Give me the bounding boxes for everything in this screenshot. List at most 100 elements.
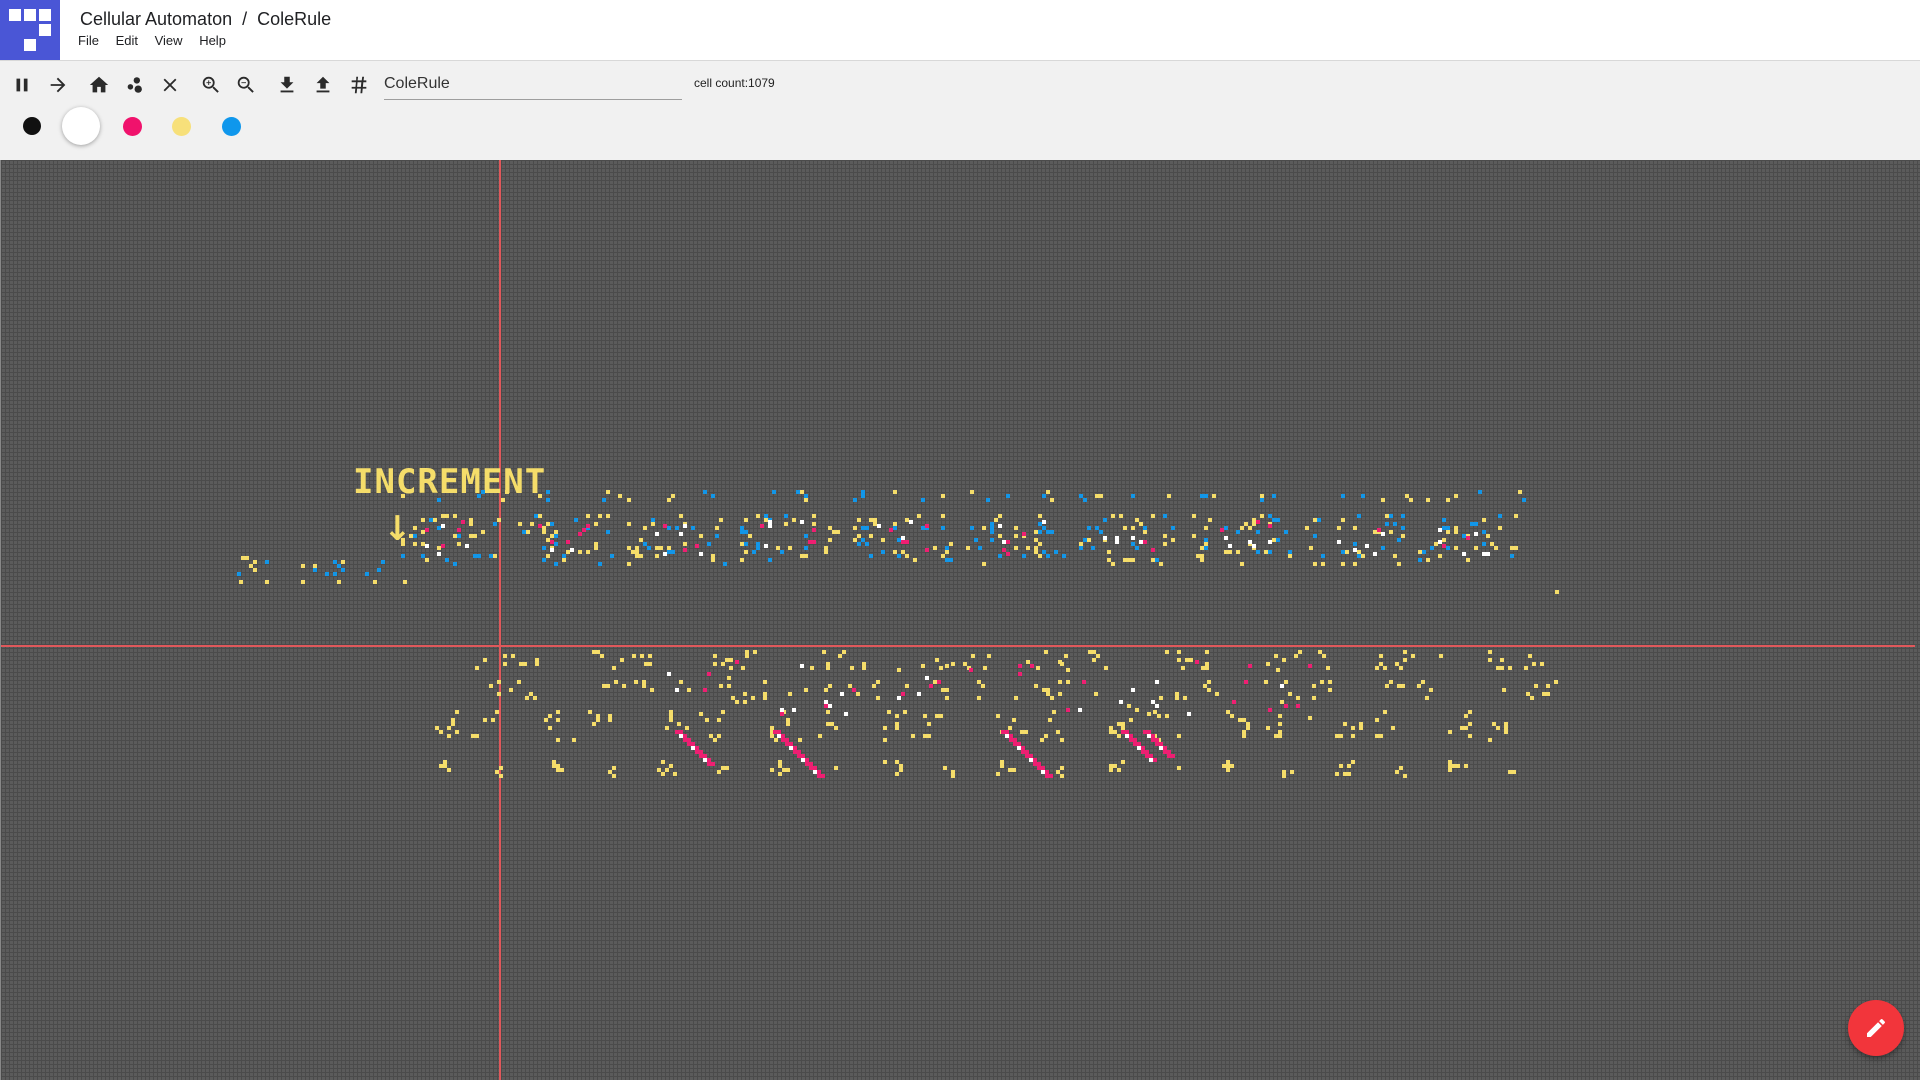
download-button[interactable] (273, 71, 301, 99)
random-button[interactable] (121, 71, 149, 99)
cell (1151, 548, 1155, 552)
cell (1204, 494, 1208, 498)
cell (253, 560, 257, 564)
cell (598, 514, 602, 518)
grid-toggle-button[interactable] (345, 71, 373, 99)
cell (786, 722, 790, 726)
cell (721, 662, 725, 666)
cell (525, 696, 529, 700)
cell (826, 710, 830, 714)
cell (554, 530, 558, 534)
home-button[interactable] (85, 71, 113, 99)
cell (491, 718, 495, 722)
cell (740, 542, 744, 546)
cell (497, 518, 501, 522)
cell (935, 658, 939, 662)
color-swatch-white[interactable] (62, 107, 100, 145)
cell (970, 490, 974, 494)
app-logo[interactable] (0, 0, 60, 60)
cell (1014, 696, 1018, 700)
cell (401, 542, 405, 546)
cell (753, 650, 757, 654)
cell (812, 514, 816, 518)
cell (602, 684, 606, 688)
cell (1335, 772, 1339, 776)
cell (453, 514, 457, 518)
cell (1411, 654, 1415, 658)
cell (1200, 554, 1204, 558)
cell (1052, 710, 1056, 714)
cell (998, 524, 1002, 528)
cell (1226, 760, 1230, 764)
cell (655, 532, 659, 536)
cell (853, 526, 857, 530)
pause-button[interactable] (8, 71, 36, 99)
cell (1066, 680, 1070, 684)
pause-icon (16, 78, 28, 92)
cell (711, 494, 715, 498)
cell (869, 554, 873, 558)
cell (887, 710, 891, 714)
cell (1375, 718, 1379, 722)
document-title[interactable]: ColeRule (257, 9, 331, 29)
cell (642, 680, 646, 684)
automaton-canvas[interactable]: INCREMENT ↓ (0, 160, 1920, 1080)
cell (798, 738, 802, 742)
color-swatch-black[interactable] (23, 117, 41, 135)
cell (493, 522, 497, 526)
cell (883, 738, 887, 742)
clear-button[interactable] (156, 71, 184, 99)
cell (1512, 770, 1516, 774)
menu-help[interactable]: Help (199, 33, 226, 48)
cell (1006, 552, 1010, 556)
menu-edit[interactable]: Edit (116, 33, 138, 48)
cell (509, 688, 513, 692)
cell (745, 650, 749, 654)
edit-fab-button[interactable] (1848, 1000, 1904, 1056)
cell (1171, 538, 1175, 542)
zoom-in-button[interactable] (197, 71, 225, 99)
cell (457, 542, 461, 546)
cell (265, 580, 269, 584)
cell (1532, 662, 1536, 666)
cell (1278, 722, 1282, 726)
cell (1294, 654, 1298, 658)
cell (1189, 658, 1193, 662)
menu-file[interactable]: File (78, 33, 99, 48)
upload-button[interactable] (309, 71, 337, 99)
cell (471, 734, 475, 738)
cell (669, 764, 673, 768)
cell (542, 558, 546, 562)
cell (473, 534, 477, 538)
cell (594, 522, 598, 526)
cell (1468, 722, 1472, 726)
zoom-out-button[interactable] (232, 71, 260, 99)
rule-name-input[interactable] (384, 69, 682, 100)
toolbar: cell count:1079 (0, 60, 1920, 161)
cell (505, 490, 509, 494)
cell (1383, 710, 1387, 714)
cell (876, 680, 880, 684)
color-swatch-blue[interactable] (222, 117, 241, 136)
color-swatch-pink[interactable] (123, 117, 142, 136)
cell (1403, 650, 1407, 654)
cell (1339, 734, 1343, 738)
cell (857, 518, 861, 522)
cell (970, 526, 974, 530)
cell (1272, 494, 1276, 498)
cell (481, 490, 485, 494)
cell (413, 526, 417, 530)
color-swatch-yellow[interactable] (172, 117, 191, 136)
menu-view[interactable]: View (155, 33, 183, 48)
cell (1418, 550, 1422, 554)
clear-icon (163, 78, 177, 92)
cell (1395, 770, 1399, 774)
cell (650, 688, 654, 692)
cell (439, 764, 443, 768)
cell (1298, 650, 1302, 654)
cell (1266, 662, 1270, 666)
cell (711, 762, 715, 766)
cell (1066, 668, 1070, 672)
cell (853, 498, 857, 502)
step-button[interactable] (44, 71, 72, 99)
